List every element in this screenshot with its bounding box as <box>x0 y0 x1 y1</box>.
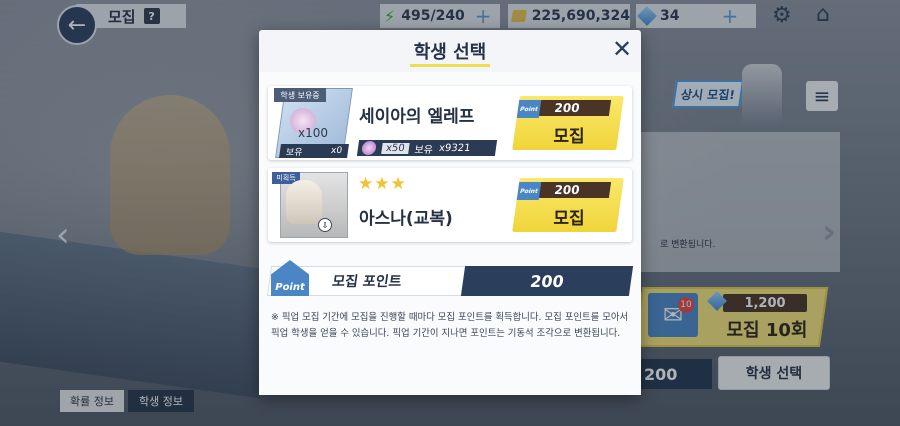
elef-need-bar: x50 보유 x9321 <box>356 140 498 156</box>
elef-owned-bar: 보유 x0 <box>279 144 349 158</box>
need-own-label: 보유 <box>413 144 434 156</box>
recruit-label: 모집 <box>553 209 585 229</box>
own-label: 보유 <box>285 147 304 158</box>
need-own-count: x9321 <box>438 142 472 154</box>
student-card-elef: 학생 보유중 x100 보유 x0 세이아의 엘레프 x50 보유 x9321 … <box>268 86 632 160</box>
title-underline <box>410 64 490 67</box>
download-icon[interactable]: ⇩ <box>318 218 332 232</box>
card-name: 아스나(교복) <box>359 209 453 229</box>
flower-icon <box>361 141 377 155</box>
owned-tag: 학생 보유중 <box>274 88 326 102</box>
asuna-face <box>286 180 322 224</box>
point-icon: Point <box>516 182 542 200</box>
student-card-asuna: 미획득 ⇩ ★★★ 아스나(교복) 200 Point 모집 <box>268 168 632 242</box>
point-value: 200 <box>460 266 634 296</box>
student-select-modal: 학생 선택 ✕ 학생 보유중 x100 보유 x0 세이아의 엘레프 x50 보… <box>259 30 641 395</box>
point-icon: Point <box>516 100 542 118</box>
elef-count: x100 <box>298 126 329 140</box>
need-count: x50 <box>381 142 410 154</box>
own-count: x0 <box>330 146 343 156</box>
modal-title: 학생 선택 <box>413 42 487 63</box>
recruit-label: 모집 <box>553 127 585 147</box>
card-name: 세이아의 엘레프 <box>359 107 475 127</box>
close-icon[interactable]: ✕ <box>609 35 635 63</box>
star-rating: ★★★ <box>358 174 407 194</box>
recruit-point-bar: 모집 포인트 200 Point <box>266 260 634 296</box>
recruit-notice: ※ 픽업 모집 기간에 모집을 진행할 때마다 모집 포인트를 획득합니다. 모… <box>271 312 629 339</box>
